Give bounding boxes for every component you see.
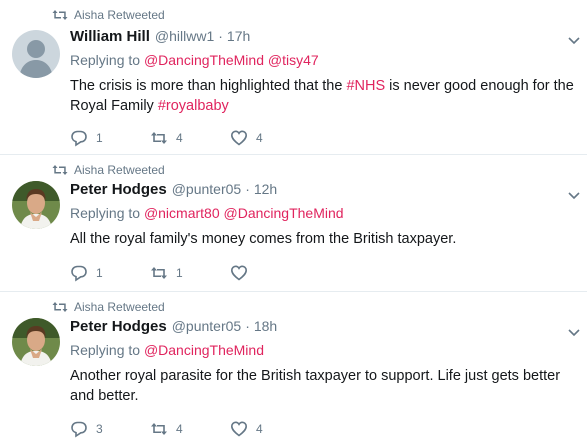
replying-to: Replying to @DancingTheMind @tisy47 [70,52,575,72]
tweet[interactable]: Aisha Retweeted Peter Hodges @punter05 ·… [0,155,587,292]
tweet-text-part: The crisis is more than highlighted that… [70,78,347,94]
retweet-context[interactable]: Aisha Retweeted [52,163,165,177]
reply-button[interactable]: 1 [70,129,150,147]
timestamp[interactable]: 18h [254,318,277,334]
like-count: 4 [256,422,263,436]
reply-count: 1 [96,131,103,145]
like-button[interactable]: 4 [230,129,310,147]
avatar[interactable] [12,30,60,78]
reply-button[interactable]: 1 [70,264,150,282]
separator-dot: · [245,181,250,197]
retweet-context[interactable]: Aisha Retweeted [52,8,165,22]
tweet-actions: 1 4 4 [70,129,310,147]
replying-to: Replying to @nicmart80 @DancingTheMind [70,205,575,225]
mention-link[interactable]: @DancingTheMind [144,342,264,358]
author-handle[interactable]: @hillww1 [155,28,214,44]
replying-to-label: Replying to [70,52,141,68]
retweet-icon [52,9,68,21]
retweet-context[interactable]: Aisha Retweeted [52,300,165,314]
retweet-icon [150,129,168,147]
tweet-text: All the royal family's money comes from … [70,231,457,247]
retweeted-by-text: Aisha Retweeted [74,8,165,22]
tweet-text: Another royal parasite for the British t… [70,368,561,404]
author-name[interactable]: Peter Hodges [70,318,167,335]
retweet-icon [52,301,68,313]
author-handle[interactable]: @punter05 [172,318,241,334]
reply-icon [70,264,88,282]
heart-icon [230,129,248,147]
reply-count: 3 [96,422,103,436]
author-name[interactable]: William Hill [70,28,150,45]
user-photo-icon [12,181,60,229]
like-button[interactable]: 4 [230,420,310,438]
replying-to: Replying to @DancingTheMind [70,342,575,362]
retweet-count: 4 [176,131,183,145]
hashtag-link[interactable]: #NHS [346,78,385,94]
retweet-button[interactable]: 1 [150,264,230,282]
mention-link[interactable]: @DancingTheMind [224,205,344,221]
reply-icon [70,420,88,438]
heart-icon [230,264,248,282]
user-photo-icon [12,318,60,366]
author-handle[interactable]: @punter05 [172,181,241,197]
timestamp[interactable]: 12h [254,181,277,197]
mention-link[interactable]: @DancingTheMind [144,52,264,68]
tweet[interactable]: Aisha Retweeted Peter Hodges @punter05 ·… [0,292,587,448]
tweet[interactable]: Aisha Retweeted William Hill @hillww1 · … [0,0,587,155]
default-avatar-icon [12,30,60,78]
avatar[interactable] [12,181,60,229]
tweet-text: The crisis is more than highlighted that… [70,76,575,116]
heart-icon [230,420,248,438]
retweeted-by-text: Aisha Retweeted [74,163,165,177]
avatar[interactable] [12,318,60,366]
retweet-button[interactable]: 4 [150,129,230,147]
reply-button[interactable]: 3 [70,420,150,438]
replying-to-label: Replying to [70,205,141,221]
author-name[interactable]: Peter Hodges [70,181,167,198]
retweet-count: 1 [176,266,183,280]
like-button[interactable] [230,264,310,282]
retweet-button[interactable]: 4 [150,420,230,438]
separator-dot: · [245,318,250,334]
retweet-icon [150,264,168,282]
reply-icon [70,129,88,147]
retweet-count: 4 [176,422,183,436]
retweet-icon [150,420,168,438]
tweet-actions: 3 4 4 [70,420,310,438]
reply-count: 1 [96,266,103,280]
hashtag-link[interactable]: #royalbaby [158,98,229,114]
timestamp[interactable]: 17h [227,28,250,44]
tweet-actions: 1 1 [70,264,310,282]
replying-to-label: Replying to [70,342,141,358]
retweeted-by-text: Aisha Retweeted [74,300,165,314]
mention-link[interactable]: @tisy47 [268,52,319,68]
retweet-icon [52,164,68,176]
separator-dot: · [218,28,223,44]
tweet-feed: Aisha Retweeted William Hill @hillww1 · … [0,0,587,448]
like-count: 4 [256,131,263,145]
mention-link[interactable]: @nicmart80 [144,205,220,221]
